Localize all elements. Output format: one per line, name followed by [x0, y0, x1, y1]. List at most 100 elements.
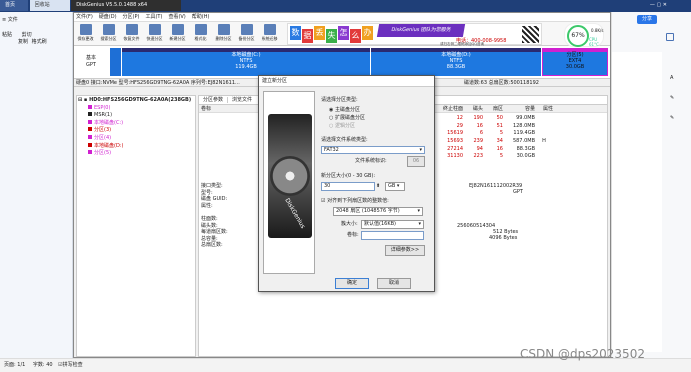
fs-label: 请选择文件系统类型: — [321, 137, 368, 143]
table-row[interactable]: 29 16 51 128.0MB — [435, 123, 553, 131]
cloud-icon[interactable] — [666, 33, 674, 41]
table-cell: 6 — [479, 130, 483, 137]
cpu-temp: CPU 61°C — [589, 37, 599, 47]
cancel-button[interactable]: 取消 — [377, 278, 411, 289]
dg-menu-item[interactable]: 硬盘(D) — [99, 14, 117, 20]
radio-extended-label: 扩展磁盘分区 — [334, 115, 365, 121]
tree-item[interactable]: MSR(1) — [78, 112, 194, 120]
tab-0[interactable]: 分区参数 — [199, 97, 229, 103]
volume-input[interactable] — [361, 231, 424, 240]
toolbar-button[interactable]: 备份分区 — [235, 22, 258, 42]
tree-item[interactable]: ESP(0) — [78, 104, 194, 113]
tree-item[interactable]: 分区(5) — [78, 150, 194, 158]
size-input[interactable]: 30 — [321, 182, 375, 191]
tab-doc[interactable]: 回收站 — [29, 0, 70, 11]
dg-menu-item[interactable]: 工具(T) — [145, 14, 162, 20]
tree-disk[interactable]: ⊟ ▪ HD0:HFS256GD9TNG-62A0A(238GB) — [78, 97, 194, 105]
table-cell: 15693 — [447, 138, 463, 145]
toolbar-button[interactable]: 删除分区 — [212, 22, 235, 42]
dg-menu-item[interactable]: 查看(V) — [168, 14, 185, 20]
table-row[interactable]: 15693 239 34 587.0MB H — [435, 138, 553, 146]
table-cell: 34 — [496, 138, 503, 145]
toolbar-button[interactable]: 保存更改 — [74, 22, 97, 42]
fs-id-button[interactable]: 06 — [407, 156, 425, 167]
tab-1[interactable]: 浏览文件 — [228, 97, 256, 103]
radio-logical-label: 逻辑分区 — [334, 123, 355, 129]
file-menu[interactable]: 文件 — [8, 17, 18, 23]
dialog-art: DiskGenius — [263, 91, 315, 274]
copy-button[interactable]: 复制 — [18, 39, 28, 45]
table-row[interactable]: 27214 94 16 88.3GB — [435, 146, 553, 154]
pen-icon[interactable]: ✎ — [670, 115, 678, 123]
ok-button[interactable]: 确定 — [335, 278, 369, 289]
partition-c-size: 119.4GB — [235, 64, 257, 70]
partition-icon — [88, 112, 92, 117]
right-panel: 67% 0.8K/s CPU 61°C 分享 A ✎ ✎ — [564, 12, 691, 358]
table-row[interactable]: 12 190 50 99.0MB — [435, 115, 553, 123]
radio-logical[interactable]: ○ 逻辑分区 — [329, 122, 431, 130]
unit-select[interactable]: GB ▾ — [385, 182, 405, 191]
detail-bytes2: 4096 Bytes — [489, 235, 518, 241]
type-label: 请选择分区类型: — [321, 97, 358, 103]
dg-menu-item[interactable]: 帮助(H) — [192, 14, 210, 20]
table-cell: 31130 — [447, 153, 463, 160]
column-header[interactable]: 属性 — [535, 105, 553, 113]
tree-item-label: 本地磁盘(C:) — [94, 119, 124, 126]
toolbar-button[interactable]: 格式化 — [189, 22, 212, 42]
toolbar-button[interactable]: 系统迁移 — [258, 22, 281, 42]
table-row[interactable]: 31130 223 5 30.0GB — [435, 153, 553, 161]
tree-disk-label: HD0:HFS256GD9TNG-62A0A(238GB) — [89, 97, 192, 103]
toolbar-button[interactable]: 新建分区 — [166, 22, 189, 42]
edit-icon[interactable]: ✎ — [670, 95, 678, 103]
table-cell: 5 — [499, 130, 503, 137]
radio-primary[interactable]: ◉ 主磁盘分区 — [329, 106, 431, 114]
toolbar-label: 恢复文件 — [123, 36, 140, 41]
tab-home[interactable]: 首页 — [0, 0, 28, 11]
align-select[interactable]: 2048 扇区 (1048576 字节) ▾ — [333, 207, 423, 216]
doc-tab-label: 回收站 — [34, 2, 50, 8]
dg-menu-item[interactable]: 分区(P) — [123, 14, 140, 20]
tree-item[interactable]: 分区(4) — [78, 134, 194, 143]
paste-button[interactable]: 粘贴 — [2, 32, 12, 38]
tree-item-label: ESP(0) — [94, 104, 111, 111]
partition-c-bar[interactable]: 本地磁盘(C:) NTFS 119.4GB — [122, 48, 370, 76]
cluster-label: 簇大小: — [341, 221, 358, 227]
table-row[interactable]: 15619 6 5 119.4GB — [435, 130, 553, 138]
size-stepper-icon[interactable]: ⬍ — [376, 182, 380, 191]
toolbar-button[interactable]: 快速分区 — [143, 22, 166, 42]
cluster-chevron-icon: ▾ — [418, 221, 421, 227]
align-checkbox[interactable]: ☑ 对齐到下列扇区数的整数倍: — [321, 197, 431, 204]
table-cell: 29 — [456, 122, 463, 129]
column-header[interactable]: 容量 — [503, 105, 535, 113]
partition-5-bar[interactable]: 分区(5) EXT4 30.0GB — [542, 48, 608, 76]
column-header[interactable]: 扇区 — [483, 105, 503, 113]
share-button[interactable]: 分享 — [637, 15, 657, 24]
toolbar-button[interactable]: 恢复文件 — [120, 22, 143, 42]
tree-item-label: MSR(1) — [94, 112, 113, 119]
column-header[interactable]: 终止柱面 — [435, 105, 463, 113]
fs-select[interactable]: FAT32 ▾ — [321, 146, 425, 154]
table-cell: 51 — [496, 122, 503, 129]
banner-char: 据 — [302, 29, 313, 43]
menu-icon[interactable]: ≡ — [2, 17, 6, 23]
partition-d-bar[interactable]: 本地磁盘(D:) NTFS 88.3GB — [371, 48, 541, 76]
cluster-select[interactable]: 默认值(16KB) ▾ — [361, 220, 424, 229]
format-painter-button[interactable]: 格式刷 — [32, 39, 47, 45]
table-cell: 30.0GB — [516, 153, 535, 160]
table-cell: 94 — [476, 145, 483, 152]
dg-menu-item[interactable]: 文件(F) — [76, 14, 93, 20]
document-page — [612, 52, 662, 352]
cut-button[interactable]: 剪切 — [22, 32, 32, 38]
tab-diskgenius[interactable]: DiskGenius V5.5.0.1488 x64 — [71, 0, 182, 11]
radio-extended[interactable]: ○ 扩展磁盘分区 — [329, 114, 431, 122]
text-icon[interactable]: A — [670, 75, 678, 83]
column-header[interactable]: 磁头 — [463, 105, 483, 113]
toolbar-button[interactable]: 搜索分区 — [97, 22, 120, 42]
advanced-button[interactable]: 详细参数>> — [385, 245, 425, 256]
ad-banner: 数据丢失怎么办 DiskGenius 团队为您服务 电话：400-008-995… — [287, 23, 542, 46]
share-label: 分享 — [641, 16, 652, 22]
radio-logical-icon: ○ — [329, 123, 334, 129]
tree-item[interactable]: 分区(3) — [78, 127, 194, 135]
unit-select-value: GB — [388, 183, 396, 189]
window-controls-icon[interactable]: — ▢ ✕ — [650, 0, 667, 11]
